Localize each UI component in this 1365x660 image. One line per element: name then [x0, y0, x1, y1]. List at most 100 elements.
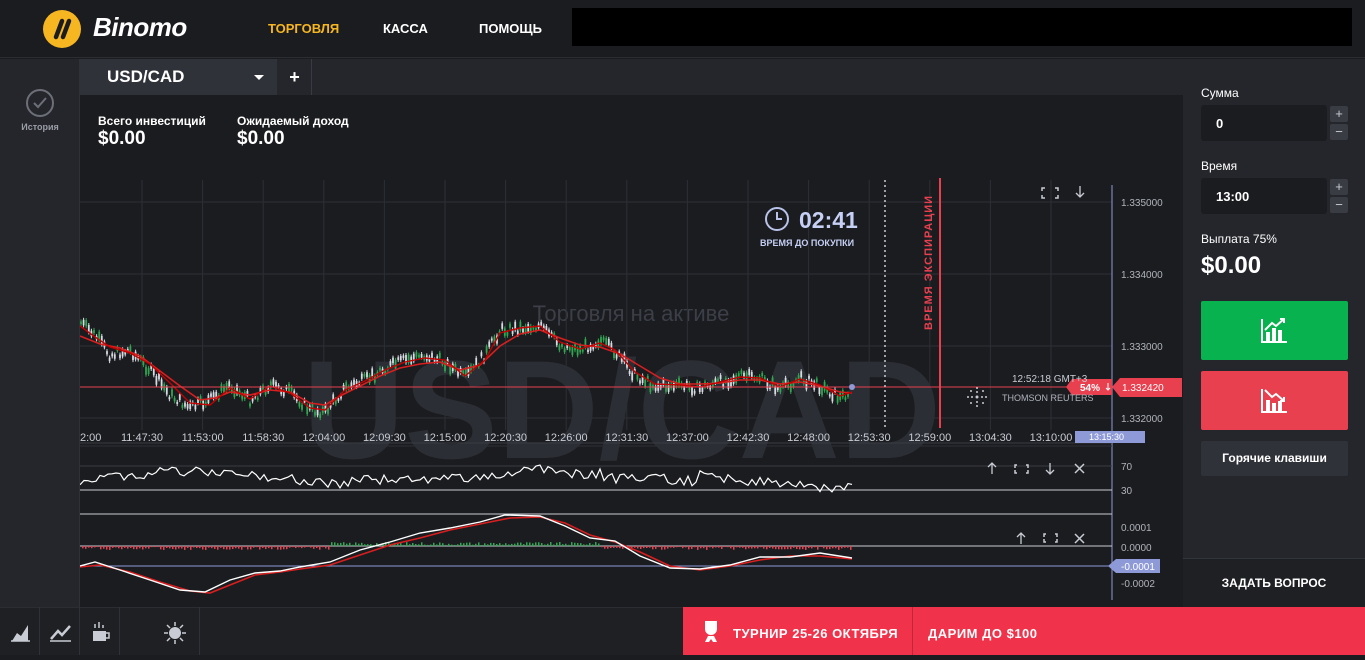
price-chart[interactable]: USD/CAD Торговля на активе ВРЕМЯ ЭКСПИРА…: [80, 95, 1183, 607]
macd-bar: [289, 546, 291, 548]
tournament-label[interactable]: ТУРНИР 25-26 ОКТЯБРЯ: [733, 626, 898, 641]
history-label[interactable]: История: [0, 122, 80, 132]
macd-bar: [820, 546, 822, 548]
macd-bar: [442, 543, 444, 546]
macd-bar: [193, 546, 195, 548]
put-down-button[interactable]: [1201, 371, 1348, 430]
time-increase-button[interactable]: +: [1330, 179, 1348, 195]
macd-bar: [361, 542, 363, 546]
candle-body: [288, 383, 290, 392]
macd-bar: [703, 546, 705, 549]
arrow-down-icon[interactable]: [1075, 186, 1085, 198]
time-ticks: 2:00 11:47:30 11:53:00 11:58:30 12:04:00 12:0…: [80, 432, 1072, 444]
macd-bar: [760, 546, 762, 548]
candle-body: [475, 357, 478, 366]
logo-text[interactable]: Binomo: [93, 12, 187, 43]
candle-body: [748, 369, 751, 375]
time-value[interactable]: 13:00: [1216, 189, 1249, 204]
candle-body: [168, 397, 171, 400]
macd-bar: [667, 546, 669, 549]
macd-bar: [100, 546, 102, 550]
candle-body: [184, 402, 186, 407]
candle-body: [808, 375, 810, 379]
amount-value[interactable]: 0: [1216, 116, 1223, 131]
candle-body: [639, 380, 641, 384]
macd-bar: [82, 546, 84, 549]
macd-bar: [742, 546, 744, 548]
ask-question-button[interactable]: ЗАДАТЬ ВОПРОС: [1183, 558, 1365, 607]
macd-bar: [160, 546, 162, 550]
nav-trading[interactable]: ТОРГОВЛЯ: [268, 21, 339, 36]
candle-body: [587, 349, 589, 353]
bonus-label[interactable]: ДАРИМ ДО $100: [928, 626, 1038, 641]
candle-body: [509, 323, 511, 328]
candle-body: [353, 379, 355, 386]
expand-icon[interactable]: [1041, 187, 1059, 199]
indicators-icon[interactable]: [80, 607, 120, 655]
area-chart-icon[interactable]: [0, 607, 40, 655]
macd-bar: [526, 542, 528, 546]
macd-bar: [685, 546, 687, 548]
close-icon[interactable]: [1074, 463, 1085, 474]
macd-bar: [610, 546, 612, 549]
candle-body: [730, 379, 732, 387]
candle-body: [828, 394, 831, 397]
macd-bar: [322, 546, 324, 548]
brightness-icon[interactable]: [120, 607, 200, 655]
candle-body: [314, 411, 316, 416]
candle-body: [113, 354, 116, 359]
macd-bar: [256, 546, 258, 548]
time-tick: 12:42:30: [727, 432, 770, 444]
candle-body: [178, 394, 181, 401]
macd-bar: [739, 546, 741, 548]
history-check-icon[interactable]: [26, 89, 54, 117]
hotkeys-button[interactable]: Горячие клавиши: [1201, 441, 1348, 476]
macd-bar: [559, 542, 561, 546]
rsi-tick: 30: [1121, 486, 1133, 497]
candle-body: [719, 375, 722, 380]
line-chart-icon[interactable]: [40, 607, 80, 655]
macd-bar: [706, 546, 708, 550]
arrow-down-icon[interactable]: [1045, 463, 1055, 475]
candle-body: [108, 357, 111, 362]
macd-bar: [196, 546, 198, 549]
amount-increase-button[interactable]: +: [1330, 106, 1348, 122]
candle-body: [607, 338, 610, 346]
trophy-icon: [702, 619, 720, 648]
arrow-up-icon[interactable]: [1016, 532, 1026, 544]
macd-bar: [553, 544, 555, 546]
macd-bar: [787, 546, 789, 550]
price-tick: 1.334000: [1121, 270, 1163, 281]
time-tick: 12:04:00: [302, 432, 345, 444]
candle-body: [145, 366, 147, 375]
candle-body: [732, 375, 735, 384]
close-icon[interactable]: [1074, 533, 1085, 544]
time-decrease-button[interactable]: −: [1330, 197, 1348, 213]
macd-bar: [514, 543, 516, 546]
candle-body: [256, 397, 259, 400]
asset-tab-label[interactable]: USD/CAD: [107, 67, 184, 87]
price-tick: 1.332000: [1121, 414, 1163, 425]
expand-icon[interactable]: [1043, 533, 1058, 543]
macd-bar: [697, 546, 699, 550]
add-asset-button[interactable]: +: [278, 59, 312, 95]
candle-body: [360, 373, 363, 379]
chevron-down-icon[interactable]: [254, 75, 264, 80]
logo-icon[interactable]: [43, 10, 81, 48]
candle-body: [93, 329, 95, 334]
candle-body: [165, 386, 168, 395]
macd-bar: [550, 542, 552, 546]
macd-bar: [355, 542, 357, 546]
macd-bar: [244, 546, 246, 548]
nav-help[interactable]: ПОМОЩЬ: [479, 21, 542, 36]
call-up-button[interactable]: [1201, 301, 1348, 360]
current-price-dot: [849, 384, 855, 390]
candle-body: [389, 361, 392, 366]
macd-bar: [583, 544, 585, 546]
macd-bar: [712, 546, 714, 549]
time-tick: 11:47:30: [121, 432, 163, 444]
arrow-up-icon[interactable]: [987, 462, 997, 474]
nav-cashier[interactable]: КАССА: [383, 21, 428, 36]
macd-bar: [574, 542, 576, 546]
amount-decrease-button[interactable]: −: [1330, 124, 1348, 140]
